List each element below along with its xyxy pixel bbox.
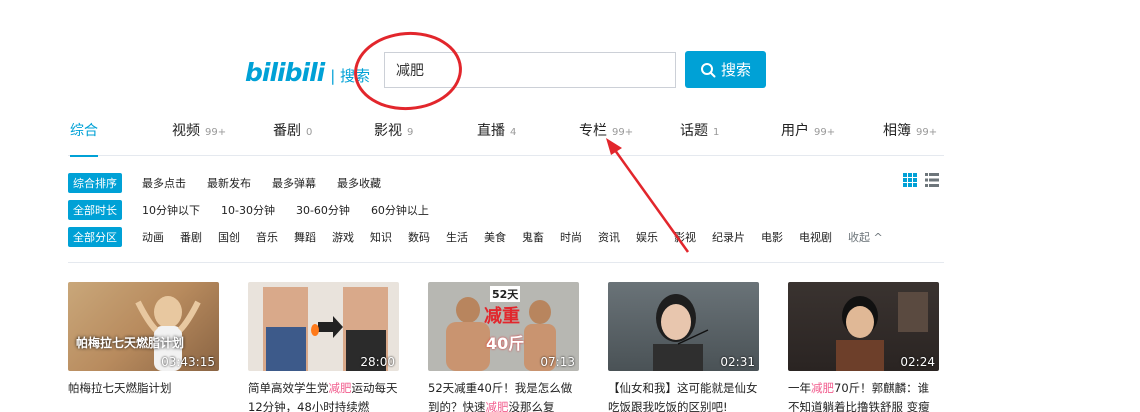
annotation-arrow — [606, 138, 690, 253]
